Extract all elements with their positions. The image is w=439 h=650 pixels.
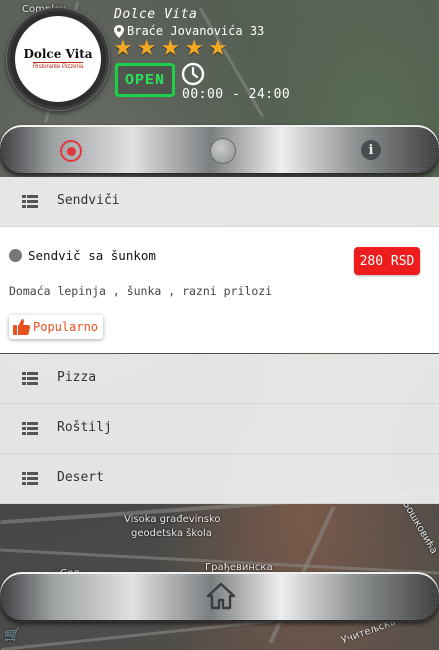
info-icon[interactable]: i xyxy=(361,140,381,160)
map-label-street-3: Бошковића xyxy=(400,499,439,556)
popular-label: Popularno xyxy=(33,320,99,334)
item-name: Sendvič sa šunkom xyxy=(28,248,156,263)
logo-subtitle: Ristorante Pizzeria xyxy=(32,61,84,70)
star-icon: ★ xyxy=(113,36,133,61)
top-nav-bar: i xyxy=(0,125,439,175)
item-bullet-icon xyxy=(9,249,22,262)
list-icon xyxy=(22,195,38,208)
map-cart-icon: 🛒 xyxy=(4,628,21,643)
restaurant-header: Dolce Vita Ristorante Pizzeria Dolce Vit… xyxy=(0,0,439,125)
restaurant-logo: Dolce Vita Ristorante Pizzeria xyxy=(7,8,109,110)
category-rostilj[interactable]: Roštilj xyxy=(0,404,439,454)
opening-hours: 00:00 - 24:00 xyxy=(182,87,291,102)
star-icon: ★ xyxy=(136,36,157,61)
clock-icon xyxy=(181,62,205,86)
item-description: Domaća lepinja , šunka , razni prilozi xyxy=(9,284,273,298)
list-icon xyxy=(22,422,38,435)
category-label: Pizza xyxy=(57,370,97,385)
item-price-button[interactable]: 280 RSD xyxy=(354,247,420,275)
category-desert[interactable]: Desert xyxy=(0,454,439,504)
circle-button-icon[interactable] xyxy=(210,138,236,164)
restaurant-name: Dolce Vita xyxy=(114,7,198,22)
thumbs-up-icon xyxy=(13,319,30,335)
popular-tag: Popularno xyxy=(9,315,104,339)
list-icon xyxy=(22,372,38,385)
category-label: Sendviči xyxy=(57,193,120,208)
map-label-school-2: geodetska škola xyxy=(131,528,212,539)
category-sendvici[interactable]: Sendviči xyxy=(0,177,439,227)
menu-item-card: Sendvič sa šunkom 280 RSD Domaća lepinja… xyxy=(0,227,439,353)
open-status-badge: OPEN xyxy=(115,63,175,97)
star-icon: ★ xyxy=(184,36,204,61)
bottom-nav-bar xyxy=(0,572,439,622)
record-icon[interactable] xyxy=(60,140,82,162)
star-icon: ★ xyxy=(207,36,228,61)
category-label: Desert xyxy=(57,470,104,485)
list-icon xyxy=(22,472,38,485)
category-label: Roštilj xyxy=(57,420,112,435)
home-icon[interactable] xyxy=(206,582,236,610)
category-pizza[interactable]: Pizza xyxy=(0,354,439,404)
rating-stars: ★ ★ ★ ★ ★ xyxy=(113,38,228,60)
star-icon: ★ xyxy=(160,36,181,61)
map-label-school-1: Visoka građevinsko xyxy=(124,514,221,525)
logo-name: Dolce Vita xyxy=(23,46,93,61)
